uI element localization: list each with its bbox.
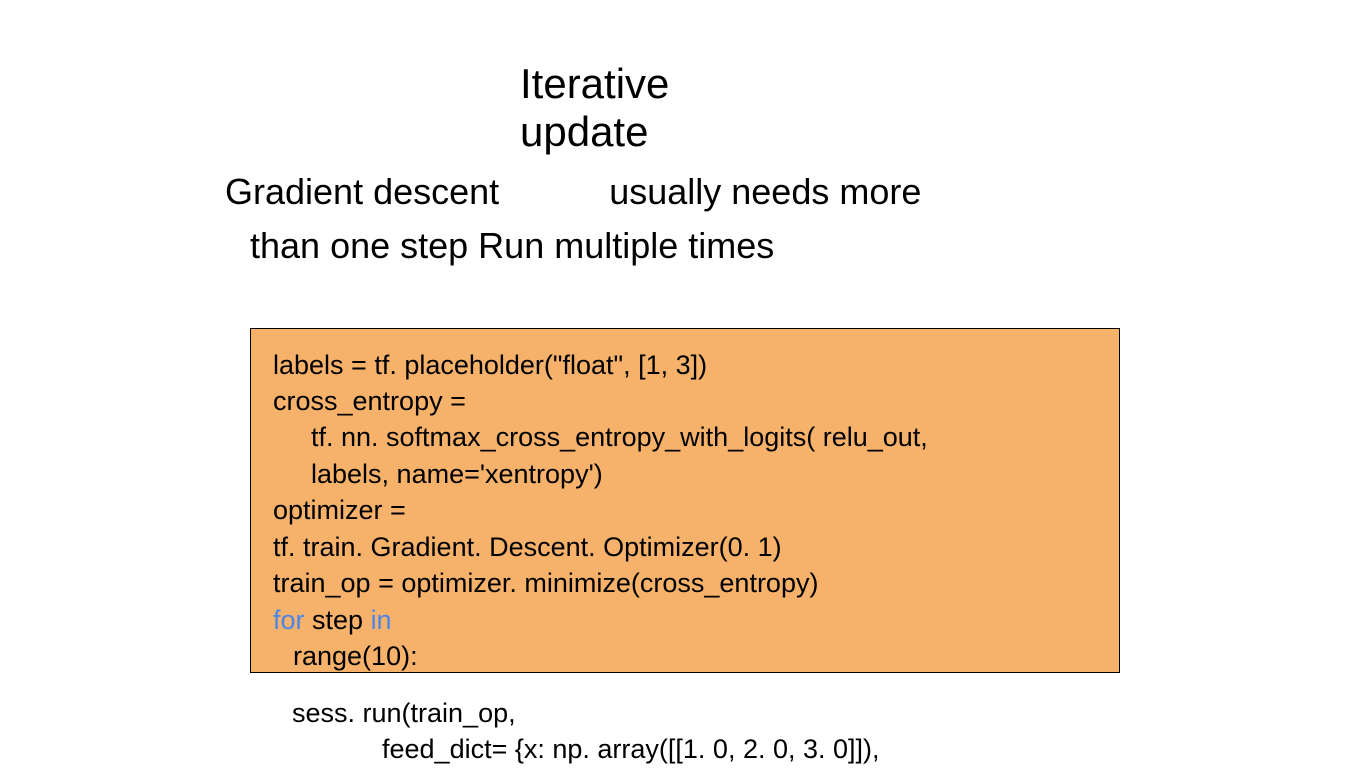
code-line-3: tf. nn. softmax_cross_entropy_with_logit… bbox=[273, 419, 1097, 455]
keyword-for: for bbox=[273, 605, 305, 635]
code-line-11: feed_dict= {x: np. array([[1. 0, 2. 0, 3… bbox=[47, 731, 917, 767]
slide-container: Iterative update Gradient descent usuall… bbox=[225, 60, 1145, 673]
slide-subtitle: Gradient descent usually needs more than… bbox=[225, 165, 1145, 273]
subtitle-part-1a: Gradient descent bbox=[225, 171, 499, 212]
code-overflow: sess. run(train_op, feed_dict= {x: np. a… bbox=[47, 695, 917, 768]
code-block: labels = tf. placeholder("float", [1, 3]… bbox=[250, 328, 1120, 673]
slide-title: Iterative update bbox=[520, 60, 1145, 157]
subtitle-part-2: than one step Run multiple times bbox=[250, 219, 1145, 273]
code-line-10: sess. run(train_op, bbox=[47, 695, 917, 731]
title-line-2: update bbox=[520, 108, 1145, 156]
keyword-in: in bbox=[371, 605, 392, 635]
code-line-6: tf. train. Gradient. Descent. Optimizer(… bbox=[273, 529, 1097, 565]
code-line-5: optimizer = bbox=[273, 492, 1097, 528]
code-line-4: labels, name='xentropy') bbox=[273, 456, 1097, 492]
code-line-2: cross_entropy = bbox=[273, 383, 1097, 419]
code-line-9: range(10): bbox=[273, 638, 1097, 674]
code-line-8: for step in bbox=[273, 602, 1097, 638]
code-line-7: train_op = optimizer. minimize(cross_ent… bbox=[273, 565, 1097, 601]
subtitle-part-1b: usually needs more bbox=[609, 171, 921, 212]
code-step-var: step bbox=[305, 605, 371, 635]
code-line-1: labels = tf. placeholder("float", [1, 3]… bbox=[273, 347, 1097, 383]
title-line-1: Iterative bbox=[520, 60, 1145, 108]
